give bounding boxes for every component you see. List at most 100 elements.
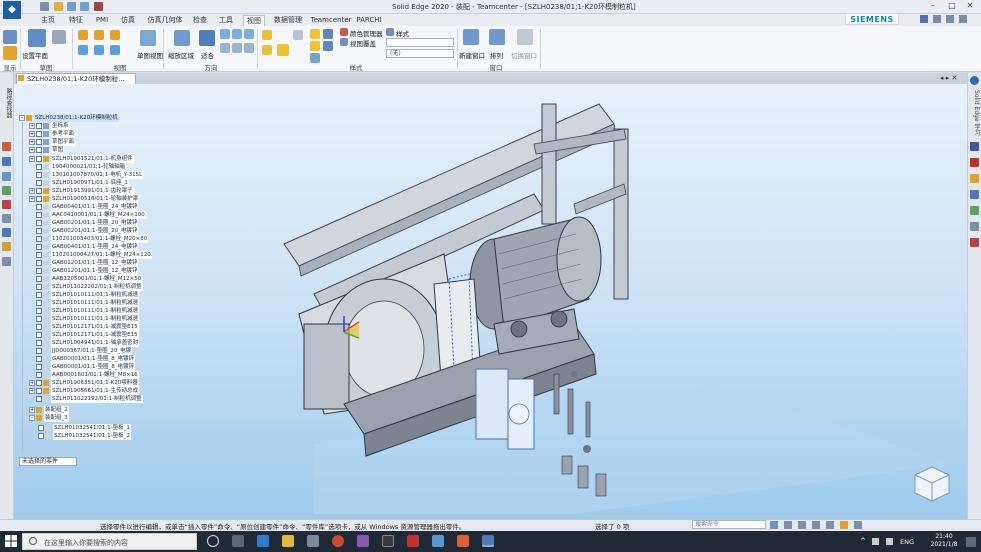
facebook-icon[interactable] xyxy=(970,142,979,151)
tree-item[interactable]: SZLH01010111/01;1-制粒机减速 xyxy=(29,291,154,299)
tree-item[interactable]: + 参考平面 xyxy=(29,130,154,138)
tree-item[interactable]: AAC0410001/01;1-螺栓_M24×100 xyxy=(29,211,154,219)
lighting-icon[interactable] xyxy=(323,29,333,39)
tab-view[interactable]: 视图 xyxy=(243,15,265,26)
unselected-parts-filter[interactable]: 未选择的零件 xyxy=(19,457,77,466)
spin-about-icon[interactable] xyxy=(232,43,242,53)
switch-window-icon[interactable] xyxy=(517,29,533,45)
collapse-icon[interactable]: – xyxy=(29,415,35,421)
visibility-checkbox[interactable] xyxy=(36,220,42,226)
visibility-checkbox[interactable] xyxy=(38,425,44,431)
teamcenter-pane-icon[interactable] xyxy=(2,257,11,266)
visibility-checkbox[interactable] xyxy=(36,188,42,194)
visibility-checkbox[interactable] xyxy=(36,147,42,153)
selection-icon[interactable] xyxy=(2,186,11,195)
tree-item[interactable]: GAB01201/01;1-垫圈_12_电镀锌 xyxy=(29,267,154,275)
pathfinder-dock-tab[interactable]: 路径查找器 xyxy=(2,88,12,118)
tree-item[interactable]: AAB0001601/01;1-螺栓_M8×16 xyxy=(29,371,154,379)
window-restore-icon[interactable] xyxy=(959,15,967,23)
right-view-icon[interactable] xyxy=(110,30,120,40)
tree-item[interactable]: SZLH01010111/01;1-制粒机减速 xyxy=(29,307,154,315)
tree-item[interactable]: + 装配组_2 xyxy=(29,406,154,414)
edge-browser-icon[interactable] xyxy=(257,535,269,547)
learn-help-icon[interactable] xyxy=(970,76,979,85)
rotate-status-icon[interactable] xyxy=(826,521,834,529)
visibility-checkbox[interactable] xyxy=(36,131,42,137)
visibility-checkbox[interactable] xyxy=(36,372,42,378)
arrange-button[interactable]: 排列 xyxy=(490,50,503,60)
wireframe-icon[interactable] xyxy=(293,30,303,40)
floor-reflection-icon[interactable] xyxy=(310,29,320,39)
styles-button[interactable]: 样式 xyxy=(396,28,409,38)
style-value-field[interactable]: (无) xyxy=(386,49,454,58)
tree-item[interactable]: GAB01201/01;1-垫圈_12_电镀锌 xyxy=(29,259,154,267)
close-icon[interactable]: ✕ xyxy=(963,1,977,12)
new-window-icon[interactable] xyxy=(463,29,479,45)
redo-icon[interactable] xyxy=(80,2,89,11)
expand-icon[interactable]: + xyxy=(29,388,35,394)
rotate-icon[interactable] xyxy=(244,29,254,39)
tab-parchi[interactable]: PARCHI xyxy=(356,15,382,26)
ribbon-minimize-icon[interactable] xyxy=(946,15,954,23)
single-view-icon[interactable] xyxy=(140,30,156,46)
tree-item[interactable]: GAB00201/01;1-垫圈_20_电镀锌 xyxy=(29,219,154,227)
tab-home[interactable]: 主页 xyxy=(38,15,58,26)
visibility-checkbox[interactable] xyxy=(36,388,42,394)
shadow-icon[interactable] xyxy=(310,41,320,51)
tree-item[interactable]: 110201000427/01;1-螺栓_M24×120 xyxy=(29,251,154,259)
task-view-icon[interactable] xyxy=(232,535,244,547)
tab-pmi[interactable]: PMI xyxy=(93,15,111,26)
styles-icon[interactable] xyxy=(386,28,394,36)
previous-view-icon[interactable] xyxy=(220,43,230,53)
view-overlay-icon[interactable] xyxy=(340,38,348,46)
engineering-ref-icon[interactable] xyxy=(2,228,11,237)
expand-icon[interactable]: + xyxy=(29,147,35,153)
pan-status-icon[interactable] xyxy=(812,521,820,529)
shaded-status-icon[interactable] xyxy=(840,521,848,529)
tree-item[interactable]: SZLH01032541/01;1-垫板_1 xyxy=(37,424,162,432)
chrome-icon[interactable] xyxy=(332,535,344,547)
show-icon[interactable] xyxy=(3,30,17,44)
app-icon[interactable] xyxy=(457,535,469,547)
app-icon[interactable] xyxy=(307,535,319,547)
news-icon[interactable] xyxy=(970,238,979,247)
collapse-icon[interactable]: – xyxy=(19,115,25,121)
tab-data-management[interactable]: 数据管理 xyxy=(272,15,304,26)
tree-item[interactable]: SZLH01900971/01;1-底座_1 xyxy=(29,179,154,187)
tree-item[interactable]: SZLH01012171/01;1-减震垫E15 xyxy=(29,331,154,339)
family-icon[interactable] xyxy=(2,242,11,251)
dimetric-view-icon[interactable] xyxy=(94,45,104,55)
visibility-checkbox[interactable] xyxy=(36,284,42,290)
shaded-edges-icon[interactable] xyxy=(262,45,272,55)
tree-item[interactable]: + 草图平面 xyxy=(29,138,154,146)
input-language[interactable]: ENG xyxy=(900,538,914,546)
sketch-view-icon[interactable] xyxy=(52,30,66,44)
zoom-area-status-icon[interactable] xyxy=(798,521,806,529)
tree-item[interactable]: + SZLH01905661/01;1-主传动总成 xyxy=(29,387,154,395)
system-clock[interactable]: 21:40 2021/1/8 xyxy=(926,533,962,549)
rss-icon[interactable] xyxy=(970,174,979,183)
set-plane-icon[interactable] xyxy=(28,29,46,47)
tab-teamcenter[interactable]: Teamcenter xyxy=(310,15,352,26)
view-overlay-button[interactable]: 视图覆盖 xyxy=(350,38,376,48)
front-view-icon[interactable] xyxy=(78,30,88,40)
tab-scroll-icon[interactable]: ◂ ▸ ✕ xyxy=(940,74,957,82)
visibility-checkbox[interactable] xyxy=(36,204,42,210)
visibility-checkbox[interactable] xyxy=(36,252,42,258)
tab-tools[interactable]: 工具 xyxy=(216,15,236,26)
tree-item[interactable]: SZLH01010111/01;1-制粒机减速 xyxy=(29,299,154,307)
solid-edge-learn-tab[interactable]: Solid Edge 学习 xyxy=(970,90,980,136)
tree-item[interactable]: + SZLH01900516/01;1-轮轴装护罩 xyxy=(29,195,154,203)
notification-icon[interactable] xyxy=(966,537,976,547)
volume-icon[interactable] xyxy=(886,538,893,545)
fit-button[interactable]: 适合 xyxy=(201,50,214,60)
visibility-checkbox[interactable] xyxy=(36,164,42,170)
tree-item[interactable]: SZLH01010111/01;1-制粒机减速 xyxy=(29,315,154,323)
tree-root[interactable]: – SZLH0238/01;1-K20环模制粒机 xyxy=(19,114,144,122)
visibility-checkbox[interactable] xyxy=(36,228,42,234)
settings-icon[interactable] xyxy=(933,15,941,23)
tree-item[interactable]: – 装配组_3 xyxy=(29,414,154,422)
tree-item[interactable]: + SZLH01913991/01;1-齿轮罩子 xyxy=(29,187,154,195)
library-icon[interactable] xyxy=(2,157,11,166)
windows-start-icon[interactable] xyxy=(4,534,18,548)
